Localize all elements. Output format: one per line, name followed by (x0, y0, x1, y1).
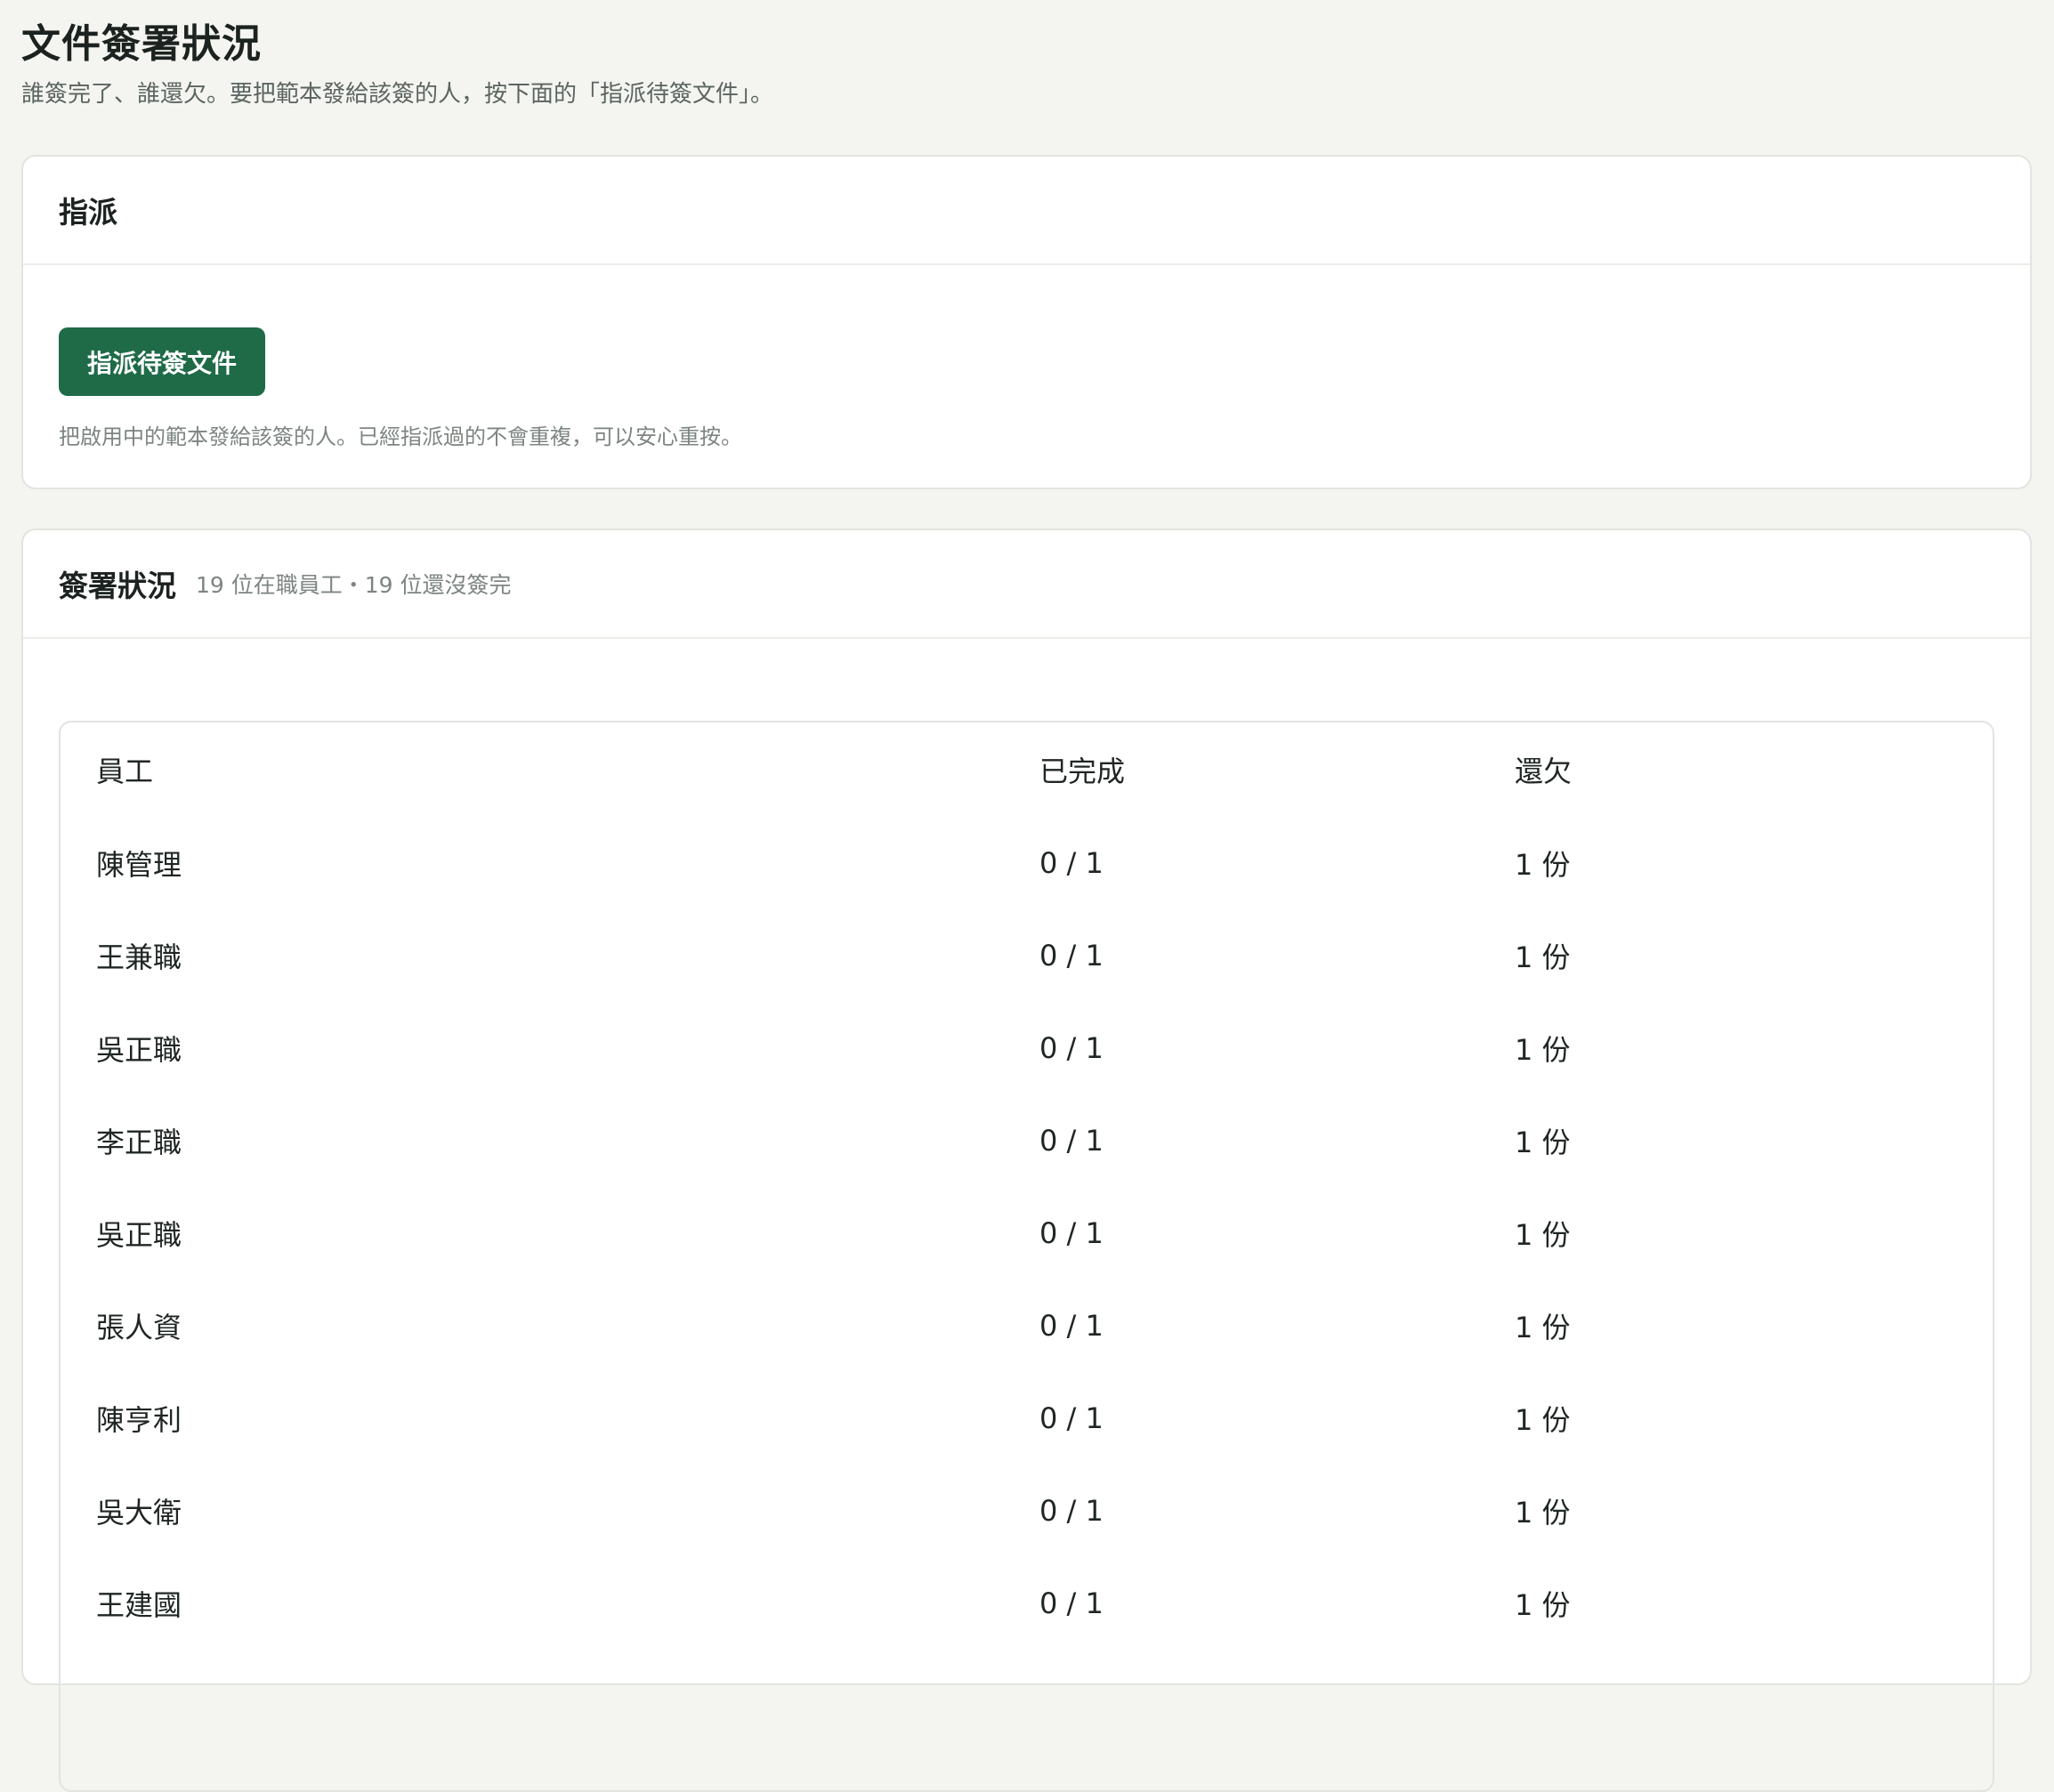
table-row: 吳正職 0 / 1 1 份 (61, 1002, 1993, 1094)
completed-count: 0 / 1 (1039, 1494, 1104, 1528)
employee-name: 陳管理 (96, 848, 182, 882)
employee-name: 吳大衛 (96, 1496, 182, 1530)
status-card-header: 簽署狀況 19 位在職員工・19 位還沒簽完 (23, 530, 2030, 639)
table-row: 吳正職 0 / 1 1 份 (61, 1187, 1993, 1279)
table-header-row: 員工 已完成 還欠 (61, 722, 1993, 817)
status-table-container: 員工 已完成 還欠 陳管理 0 / 1 1 份 王兼職 0 / 1 1 份 吳正… (59, 721, 1994, 1792)
completed-count: 0 / 1 (1039, 1586, 1104, 1620)
outstanding-count: 1 份 (1515, 1033, 1571, 1067)
assign-card-body: 指派待簽文件 把啟用中的範本發給該簽的人。已經指派過的不會重複，可以安心重按。 (23, 265, 2030, 450)
page-title: 文件簽署狀況 (21, 21, 262, 67)
table-row: 王建國 0 / 1 1 份 (61, 1557, 1993, 1650)
employee-name: 李正職 (96, 1126, 182, 1159)
outstanding-count: 1 份 (1515, 1588, 1571, 1622)
table-row: 王兼職 0 / 1 1 份 (61, 909, 1993, 1002)
outstanding-count: 1 份 (1515, 1496, 1571, 1530)
outstanding-count: 1 份 (1515, 1311, 1571, 1344)
outstanding-count: 1 份 (1515, 1126, 1571, 1159)
employee-name: 陳亨利 (96, 1403, 182, 1437)
completed-count: 0 / 1 (1039, 1309, 1104, 1343)
completed-count: 0 / 1 (1039, 1031, 1104, 1065)
column-header-employee: 員工 (96, 755, 154, 788)
table-row: 陳亨利 0 / 1 1 份 (61, 1372, 1993, 1465)
column-header-outstanding: 還欠 (1515, 755, 1573, 788)
outstanding-count: 1 份 (1515, 940, 1571, 974)
table-row: 張人資 0 / 1 1 份 (61, 1279, 1993, 1372)
assign-card-title: 指派 (59, 195, 117, 230)
employee-name: 王兼職 (96, 940, 182, 974)
employee-name: 吳正職 (96, 1218, 182, 1252)
page: 文件簽署狀況 誰簽完了、誰還欠。要把範本發給該簽的人，按下面的「指派待簽文件」。… (0, 0, 2054, 1792)
completed-count: 0 / 1 (1039, 1124, 1104, 1158)
outstanding-count: 1 份 (1515, 848, 1571, 882)
assign-hint: 把啟用中的範本發給該簽的人。已經指派過的不會重複，可以安心重按。 (59, 424, 742, 449)
column-header-completed: 已完成 (1039, 755, 1126, 788)
completed-count: 0 / 1 (1039, 1401, 1104, 1435)
page-subtitle: 誰簽完了、誰還欠。要把範本發給該簽的人，按下面的「指派待簽文件」。 (21, 81, 774, 108)
table-row: 陳管理 0 / 1 1 份 (61, 817, 1993, 909)
employee-name: 吳正職 (96, 1033, 182, 1067)
employee-name: 張人資 (96, 1311, 182, 1344)
status-card: 簽署狀況 19 位在職員工・19 位還沒簽完 員工 已完成 還欠 陳管理 0 /… (21, 529, 2032, 1792)
employee-name: 王建國 (96, 1588, 182, 1622)
status-card-meta: 19 位在職員工・19 位還沒簽完 (196, 572, 512, 598)
assign-pending-documents-button[interactable]: 指派待簽文件 (59, 327, 266, 396)
outstanding-count: 1 份 (1515, 1218, 1571, 1252)
status-card-title: 簽署狀況 (59, 569, 176, 603)
table-row: 吳大衛 0 / 1 1 份 (61, 1465, 1993, 1557)
completed-count: 0 / 1 (1039, 939, 1104, 973)
completed-count: 0 / 1 (1039, 846, 1104, 880)
assign-card: 指派 指派待簽文件 把啟用中的範本發給該簽的人。已經指派過的不會重複，可以安心重… (21, 155, 2032, 489)
table-row: 李正職 0 / 1 1 份 (61, 1094, 1993, 1187)
status-table: 員工 已完成 還欠 陳管理 0 / 1 1 份 王兼職 0 / 1 1 份 吳正… (61, 722, 1993, 1650)
assign-card-header: 指派 (23, 157, 2030, 265)
completed-count: 0 / 1 (1039, 1216, 1104, 1250)
outstanding-count: 1 份 (1515, 1403, 1571, 1437)
